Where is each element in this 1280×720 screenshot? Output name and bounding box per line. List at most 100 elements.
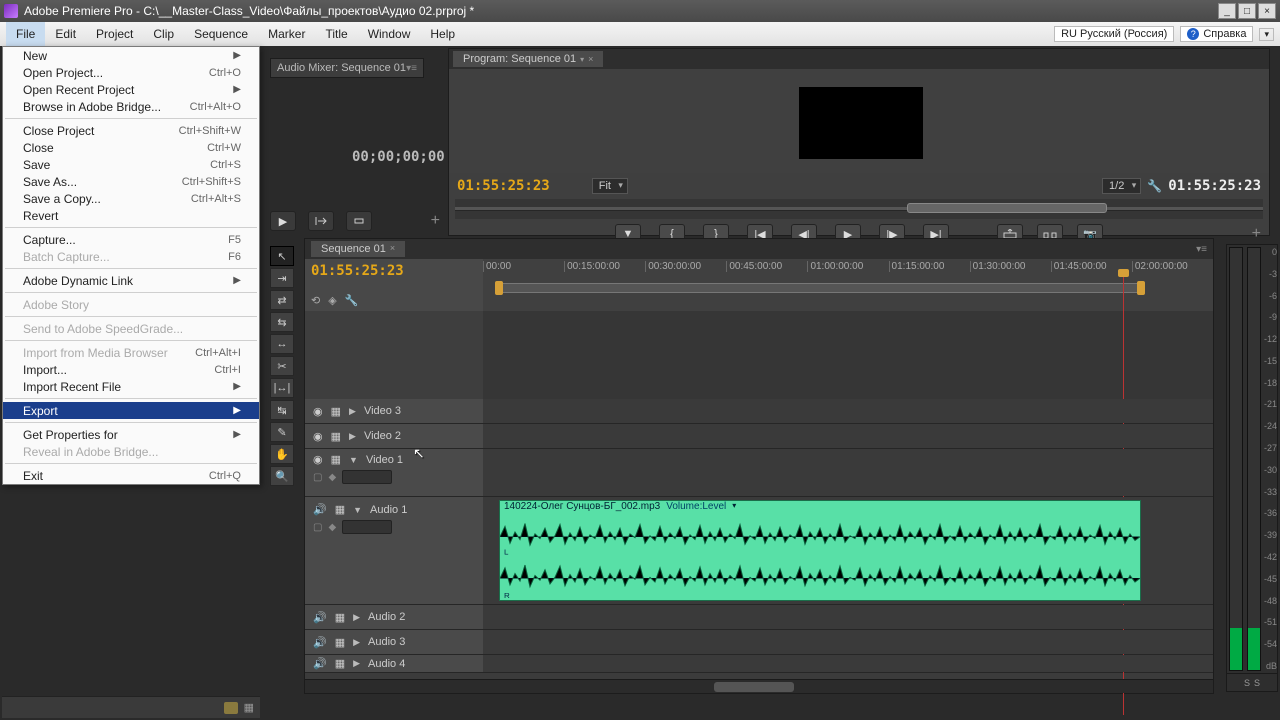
menu-item-new[interactable]: New▶ (3, 47, 259, 64)
sync-lock-icon[interactable]: ▦ (335, 611, 345, 624)
video-track-1[interactable]: ◉▦▼Video 1 ▢◆ (305, 449, 1213, 497)
slip-tool-icon[interactable]: |↔| (270, 378, 294, 398)
track-style-select[interactable] (342, 520, 392, 534)
program-scrubber[interactable]: ▼ (455, 199, 1263, 219)
menu-item-close[interactable]: CloseCtrl+W (3, 139, 259, 156)
timeline-h-scrollbar[interactable] (305, 679, 1213, 693)
rolling-edit-tool-icon[interactable]: ⇆ (270, 312, 294, 332)
program-viewport[interactable] (449, 69, 1269, 173)
menu-item-save-a-copy[interactable]: Save a Copy...Ctrl+Alt+S (3, 190, 259, 207)
expand-icon[interactable]: ▶ (353, 612, 360, 623)
hand-tool-icon[interactable]: ✋ (270, 444, 294, 464)
work-area-bar[interactable] (499, 283, 1141, 293)
language-selector[interactable]: RU Русский (Россия) (1054, 26, 1174, 42)
menu-item-browse-in-adobe-bridge[interactable]: Browse in Adobe Bridge...Ctrl+Alt+O (3, 98, 259, 115)
sync-lock-icon[interactable]: ▦ (335, 503, 345, 516)
track-select-tool-icon[interactable]: ⇥ (270, 268, 294, 288)
clip-effect-label[interactable]: Volume:Level (666, 501, 726, 515)
mute-icon[interactable]: 🔊 (313, 657, 327, 670)
minimize-button[interactable]: _ (1218, 3, 1236, 19)
track-style-select[interactable] (342, 470, 392, 484)
src-add-icon[interactable]: + (431, 212, 440, 230)
menu-item-exit[interactable]: ExitCtrl+Q (3, 467, 259, 484)
menu-title[interactable]: Title (315, 22, 357, 46)
audio-mixer-tab[interactable]: Audio Mixer: Sequence 01 ▾≡ (270, 58, 424, 78)
button-editor-icon[interactable]: + (1252, 225, 1261, 243)
ripple-edit-tool-icon[interactable]: ⇄ (270, 290, 294, 310)
sync-lock-icon[interactable]: ▦ (335, 657, 345, 670)
audio-track-3[interactable]: 🔊▦▶Audio 3 (305, 630, 1213, 655)
collapse-icon[interactable]: ▼ (353, 505, 362, 515)
menu-item-get-properties-for[interactable]: Get Properties for▶ (3, 426, 259, 443)
settings-wrench-icon[interactable]: 🔧 (345, 294, 359, 307)
audio-clip[interactable]: 140224-Олег Сунцов-БГ_002.mp3Volume:Leve… (499, 500, 1141, 601)
menu-item-export[interactable]: Export▶ (3, 402, 259, 419)
menu-marker[interactable]: Marker (258, 22, 315, 46)
zoom-scrollbar[interactable] (907, 203, 1107, 213)
razor-tool-icon[interactable]: ✂ (270, 356, 294, 376)
menu-file[interactable]: File (6, 22, 45, 46)
menu-item-save-as[interactable]: Save As...Ctrl+Shift+S (3, 173, 259, 190)
zoom-fit-select[interactable]: Fit (592, 178, 628, 194)
collapse-icon[interactable]: ▼ (349, 455, 358, 465)
slide-tool-icon[interactable]: ↹ (270, 400, 294, 420)
video-track-3[interactable]: ◉▦▶Video 3 (305, 399, 1213, 424)
selection-tool-icon[interactable]: ↖ (270, 246, 294, 266)
tab-dropdown-icon[interactable]: ▾ (580, 55, 584, 64)
sequence-tab[interactable]: Sequence 01× (311, 241, 405, 257)
src-insert-icon[interactable] (308, 211, 334, 231)
menu-edit[interactable]: Edit (45, 22, 86, 46)
help-search[interactable]: ?Справка (1180, 26, 1253, 42)
menu-item-open-project[interactable]: Open Project...Ctrl+O (3, 64, 259, 81)
eye-icon[interactable]: ◉ (313, 430, 323, 443)
mute-icon[interactable]: 🔊 (313, 636, 327, 649)
pen-tool-icon[interactable]: ✎ (270, 422, 294, 442)
menu-item-open-recent-project[interactable]: Open Recent Project▶ (3, 81, 259, 98)
menu-project[interactable]: Project (86, 22, 143, 46)
find-icon[interactable]: ▦ (244, 701, 254, 714)
sync-lock-icon[interactable]: ▦ (335, 636, 345, 649)
resolution-select[interactable]: 1/2 (1102, 178, 1141, 194)
menu-help[interactable]: Help (420, 22, 465, 46)
expand-icon[interactable]: ▶ (353, 658, 360, 669)
expand-icon[interactable]: ▶ (353, 637, 360, 648)
panel-menu-icon[interactable]: ▾≡ (1196, 244, 1207, 255)
time-ruler[interactable]: 00:0000:15:00:0000:30:00:0000:45:00:0001… (483, 259, 1213, 311)
audio-track-2[interactable]: 🔊▦▶Audio 2 (305, 605, 1213, 630)
menu-clip[interactable]: Clip (143, 22, 184, 46)
work-area-in-handle[interactable] (495, 281, 503, 295)
settings-icon[interactable]: 🔧 (1147, 179, 1162, 193)
maximize-button[interactable]: □ (1238, 3, 1256, 19)
tab-close-icon[interactable]: × (390, 243, 395, 255)
sync-lock-icon[interactable]: ▦ (331, 430, 341, 443)
video-track-2[interactable]: ◉▦▶Video 2 (305, 424, 1213, 449)
menu-item-capture[interactable]: Capture...F5 (3, 231, 259, 248)
keyframe-icon[interactable]: ◆ (328, 472, 336, 483)
menu-item-revert[interactable]: Revert (3, 207, 259, 224)
src-overwrite-icon[interactable] (346, 211, 372, 231)
mute-icon[interactable]: 🔊 (313, 611, 327, 624)
menu-item-close-project[interactable]: Close ProjectCtrl+Shift+W (3, 122, 259, 139)
menu-window[interactable]: Window (358, 22, 421, 46)
solo-left[interactable]: S (1244, 678, 1250, 688)
expand-icon[interactable]: ▶ (349, 406, 356, 417)
solo-right[interactable]: S (1254, 678, 1260, 688)
program-tab[interactable]: Program: Sequence 01▾× (453, 51, 603, 67)
menu-item-import[interactable]: Import...Ctrl+I (3, 361, 259, 378)
close-button[interactable]: × (1258, 3, 1276, 19)
snap-icon[interactable]: ⟲ (311, 294, 320, 307)
menu-item-import-recent-file[interactable]: Import Recent File▶ (3, 378, 259, 395)
audio-track-4[interactable]: 🔊▦▶Audio 4 (305, 655, 1213, 673)
dropdown-icon[interactable]: ▾ (1259, 28, 1274, 41)
program-tc-current[interactable]: 01:55:25:23 (457, 178, 550, 194)
tab-close-icon[interactable]: × (588, 54, 593, 64)
marker-tool-icon[interactable]: ◈ (328, 294, 336, 307)
panel-menu-icon[interactable]: ▾≡ (406, 63, 417, 74)
eye-icon[interactable]: ◉ (313, 453, 323, 466)
target-icon[interactable]: ▢ (313, 522, 322, 533)
work-area-out-handle[interactable] (1137, 281, 1145, 295)
expand-icon[interactable]: ▶ (349, 431, 356, 442)
rate-stretch-tool-icon[interactable]: ↔ (270, 334, 294, 354)
sync-lock-icon[interactable]: ▦ (331, 405, 341, 418)
src-play-icon[interactable]: ▶ (270, 211, 296, 231)
